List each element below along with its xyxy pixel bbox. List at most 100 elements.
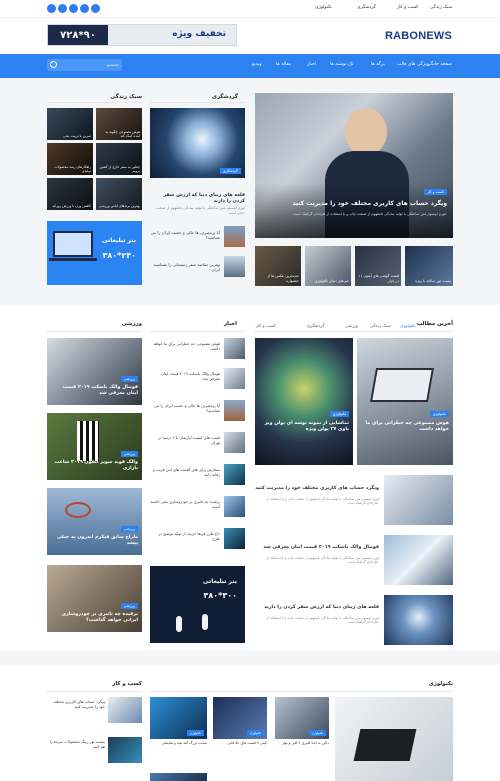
lifestyle-tile[interactable]: راهکارهای رشد محصولات تولیدی [47, 143, 93, 175]
latest-card[interactable]: تکنولوژی هوش مصنوعی چه خطراتی برای ما خو… [357, 338, 453, 465]
hero-title[interactable]: ویگرد حساب های کاربری مختلف خود را مدیری… [259, 200, 447, 208]
news-item-title[interactable]: آیا پرمصرف ها عالی و عجیب ایران را می شن… [150, 403, 220, 414]
nav-item[interactable]: برگه ها [371, 62, 385, 67]
tech-card-title[interactable]: کینی ۷ قیمت های بالا قابی [213, 741, 267, 746]
nav-item[interactable]: تک نوشته ها [330, 62, 353, 67]
strip-card[interactable]: بیست تور سالانه با ویژه [405, 246, 453, 286]
sports-card[interactable]: ورزشی فوتبال والک یاسکت ۲۰۱۹ قیمت اینان … [47, 338, 142, 405]
tech-card[interactable]: تکنولوژی [275, 697, 329, 739]
news-thumb[interactable] [224, 432, 245, 453]
lifestyle-tile[interactable]: تمرین با تربیت بدنی [47, 108, 93, 140]
news-thumb[interactable] [224, 368, 245, 389]
latest-list-thumb[interactable] [384, 535, 453, 585]
news-thumb[interactable] [224, 464, 245, 485]
facebook-icon[interactable] [47, 4, 56, 13]
news-ad-banner[interactable]: بنر تبلیغاتی ۳۸۰*۳۰۰ [150, 566, 245, 643]
strip-card[interactable]: خبرهای دنیای تکنولوژی [305, 246, 351, 286]
latest-list-title[interactable]: قلعه های زیبای دنیا که ارزش سفر کردن را … [255, 605, 379, 611]
tech-card-title[interactable]: داکن به ایانا کلیری ۲ کلی و نوار [275, 741, 329, 746]
news-thumb[interactable] [224, 338, 245, 359]
business-item-title[interactable]: بیست تور رینگ محصولات سرمه را هم کنید [47, 739, 105, 750]
topnav-item[interactable]: کسب و کار [397, 5, 418, 10]
nav-item[interactable]: مقاله ها [276, 62, 291, 67]
latest-list-title[interactable]: ویگرد حساب های کاربری مختلف خود را مدیری… [255, 486, 379, 492]
travel-main-image[interactable]: گردشگری [150, 108, 245, 178]
latest-tab[interactable]: گردشگری [307, 323, 325, 328]
hero-badge[interactable]: کسب و کار [423, 189, 447, 195]
lifestyle-tile[interactable]: هوش مصنوعی چگونه به آینده کمک کند [96, 108, 142, 140]
business-thumb[interactable] [108, 697, 142, 723]
nav-item[interactable]: ویدیو [252, 62, 262, 67]
tech-card-badge[interactable]: تکنولوژی [308, 730, 326, 736]
sports-card[interactable]: ورزشی برقیده چه تاثیری بر خودروسازی ایرا… [47, 565, 142, 632]
travel-item-title[interactable]: آیا پرمصرف ها عالی و عجیب ایران را می شن… [150, 230, 220, 240]
topnav-item[interactable]: گردشگری [357, 5, 376, 10]
sports-section-title: ورزشی [121, 321, 142, 327]
lifestyle-ad-banner[interactable]: بنر تبلیغاتی ۳۸۰*۲۴۰ [47, 221, 142, 285]
nav-item[interactable]: ویژگی های قالب [397, 62, 429, 67]
tech-card[interactable] [150, 773, 207, 781]
section-divider [47, 331, 142, 332]
news-item-title[interactable]: هوش مصنوعی چه خطراتی برای ما خواهد داشت [150, 341, 220, 352]
nav-item[interactable]: اخبار [307, 62, 316, 67]
lifestyle-tile[interactable]: کاهش وزن با ورزش روزانه [47, 178, 93, 210]
latest-tab[interactable]: تکنولوژی [400, 323, 416, 328]
topnav-item[interactable]: تکنولوژی [315, 5, 332, 10]
travel-item-thumb[interactable] [224, 256, 245, 277]
travel-main-title[interactable]: قلعه های زیبای دنیا که ارزش سفر کردن را … [150, 193, 245, 205]
header-ad-banner[interactable]: ۷۲۸*۹۰ تخفیف ویژه [47, 24, 237, 46]
news-item-title[interactable]: برقیده چه تاثیری بر خودروسازی یعنی داشته… [150, 499, 220, 510]
latest-card-badge[interactable]: تکنولوژی [429, 411, 449, 417]
tech-card-badge[interactable]: تکنولوژی [246, 730, 264, 736]
strip-card[interactable]: قیمت گوشی های آیفون ۱۱ در بازار [355, 246, 401, 286]
sports-card-badge[interactable]: ورزشی [120, 451, 138, 457]
rss-icon[interactable] [91, 4, 100, 13]
travel-item-title[interactable]: بهترین مقاصد سفر زمستانی را بشناسید ایرا… [150, 262, 220, 272]
tech-card[interactable]: تکنولوژی [150, 697, 207, 739]
instagram-icon[interactable] [69, 4, 78, 13]
sports-card[interactable]: ورزشی طراح سایق فیکرم اندرون به جیلی پیش… [47, 488, 142, 555]
twitter-icon[interactable] [58, 4, 67, 13]
tech-card-title[interactable]: سایت بزرگ گنه بچه و نمایشی [150, 741, 207, 746]
sports-card-badge[interactable]: ورزشی [120, 376, 138, 382]
topnav-item[interactable]: سبک زندگی [430, 5, 452, 10]
news-thumb[interactable] [224, 400, 245, 421]
lifestyle-tile[interactable]: بهترین برندهای لباس ورزشی [96, 178, 142, 210]
travel-main-badge[interactable]: گردشگری [219, 168, 241, 174]
tech-card-badge[interactable]: تکنولوژی [186, 730, 204, 736]
search-icon[interactable] [50, 61, 57, 68]
news-item-title[interactable]: فوتبال والک یاسکت ۲۰۱۹ قیمت اینان معرفی … [150, 371, 220, 382]
laptop-base [49, 258, 97, 261]
lifestyle-tile[interactable]: چطور به سفر خارج از کشور برویم [96, 143, 142, 175]
news-thumb[interactable] [224, 528, 245, 549]
sports-card-badge[interactable]: ورزشی [120, 603, 138, 609]
hero-image[interactable]: کسب و کار ویگرد حساب های کاربری مختلف خو… [255, 93, 453, 238]
news-item-title[interactable]: سفارش برای های گفتنده های امن فریب و رفا… [150, 467, 220, 478]
tech-main-image[interactable] [335, 697, 453, 781]
news-thumb[interactable] [224, 496, 245, 517]
site-logo[interactable]: RABONEWS [385, 30, 452, 42]
google-icon[interactable] [80, 4, 89, 13]
business-thumb[interactable] [108, 737, 142, 763]
latest-tab[interactable]: سبک زندگی [370, 323, 391, 328]
latest-list-thumb[interactable] [384, 475, 453, 525]
news-item-title[interactable]: داخ طرز فریقا حزیف از تولید توضیح در طرح [150, 531, 220, 542]
latest-section-title: آخرین مطالب [416, 321, 453, 327]
section-divider [150, 691, 453, 692]
sports-card[interactable]: ورزشی والک فوید سوپر آیفون ۲۰۱۹ ساعت باز… [47, 413, 142, 480]
latest-tab[interactable]: ورزشی [345, 323, 358, 328]
nav-item-active[interactable]: صفحه خانگی [427, 62, 452, 67]
latest-list-thumb[interactable] [384, 595, 453, 645]
sports-card-badge[interactable]: ورزشی [120, 526, 138, 532]
search-input[interactable]: جستجو... [47, 59, 123, 71]
latest-card[interactable]: تکنولوژی تماشایی از نمونه توسه ای پولن و… [255, 338, 353, 465]
strip-card[interactable]: جدیدترین عکس ها از جشنواره [255, 246, 301, 286]
section-divider [47, 102, 142, 103]
latest-card-badge[interactable]: تکنولوژی [329, 411, 349, 417]
latest-list-title[interactable]: فوتبال والک یاسکت ۲۰۱۹ قیمت اینان معرفی … [255, 545, 379, 551]
tech-card[interactable]: تکنولوژی [213, 697, 267, 739]
latest-tab[interactable]: کسب و کار [256, 323, 276, 328]
travel-item-thumb[interactable] [224, 226, 245, 247]
news-item-title[interactable]: قیمت های کیفیت آپارتمان تا ۲ درصد در تهر… [150, 435, 220, 446]
business-item-title[interactable]: ویگرد حساب های کاربری مختلف خود را مدیری… [47, 699, 105, 710]
